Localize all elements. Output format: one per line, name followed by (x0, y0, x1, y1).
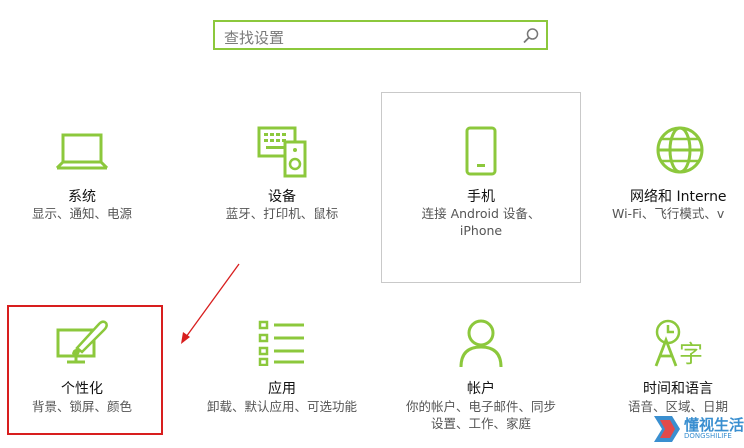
tile-apps[interactable]: 应用 卸载、默认应用、可选功能 (182, 318, 382, 428)
tile-desc: 设置、工作、家庭 (430, 416, 531, 431)
tile-title: 网络和 Interne (630, 189, 727, 205)
tile-title: 设备 (268, 189, 296, 205)
tile-title: 帐户 (467, 381, 495, 397)
watermark-logo: 懂视生活 DONGSHILIFE (650, 412, 744, 446)
annotation-highlight-box (7, 305, 163, 435)
tile-system[interactable]: 系统 显示、通知、电源 (0, 120, 182, 230)
search-placeholder: 查找设置 (224, 29, 285, 47)
laptop-icon (56, 133, 108, 170)
person-icon (459, 319, 503, 368)
watermark-emblem (654, 416, 680, 442)
tile-title: 系统 (68, 189, 96, 205)
tile-network[interactable]: 网络和 Interne Wi-Fi、飞行模式、v (580, 120, 744, 230)
apps-list-icon (258, 320, 304, 366)
tile-title: 手机 (467, 189, 495, 205)
phone-icon (465, 126, 497, 176)
svg-text:字: 字 (679, 340, 703, 368)
tile-desc: 蓝牙、打印机、鼠标 (225, 206, 339, 221)
tile-title: 时间和语言 (643, 381, 713, 397)
tile-desc: 连接 Android 设备、 (421, 206, 541, 221)
devices-icon (257, 126, 307, 178)
tile-title: 应用 (268, 381, 296, 397)
watermark-subtext: DONGSHILIFE (684, 432, 732, 440)
tile-phone[interactable]: 手机 连接 Android 设备、 iPhone (381, 120, 581, 250)
tile-desc: 卸载、默认应用、可选功能 (206, 399, 357, 414)
tile-devices[interactable]: 设备 蓝牙、打印机、鼠标 (182, 120, 382, 230)
tile-desc: 你的帐户、电子邮件、同步 (405, 399, 556, 414)
search-icon[interactable] (522, 27, 540, 45)
search-box[interactable]: 查找设置 (213, 20, 548, 50)
tile-accounts[interactable]: 帐户 你的帐户、电子邮件、同步 设置、工作、家庭 (381, 318, 581, 438)
tile-desc: Wi-Fi、飞行模式、v (612, 206, 725, 221)
tile-desc: iPhone (459, 223, 503, 238)
tile-desc: 显示、通知、电源 (31, 206, 132, 221)
time-language-icon: 字 (654, 319, 703, 368)
globe-icon (656, 126, 704, 174)
